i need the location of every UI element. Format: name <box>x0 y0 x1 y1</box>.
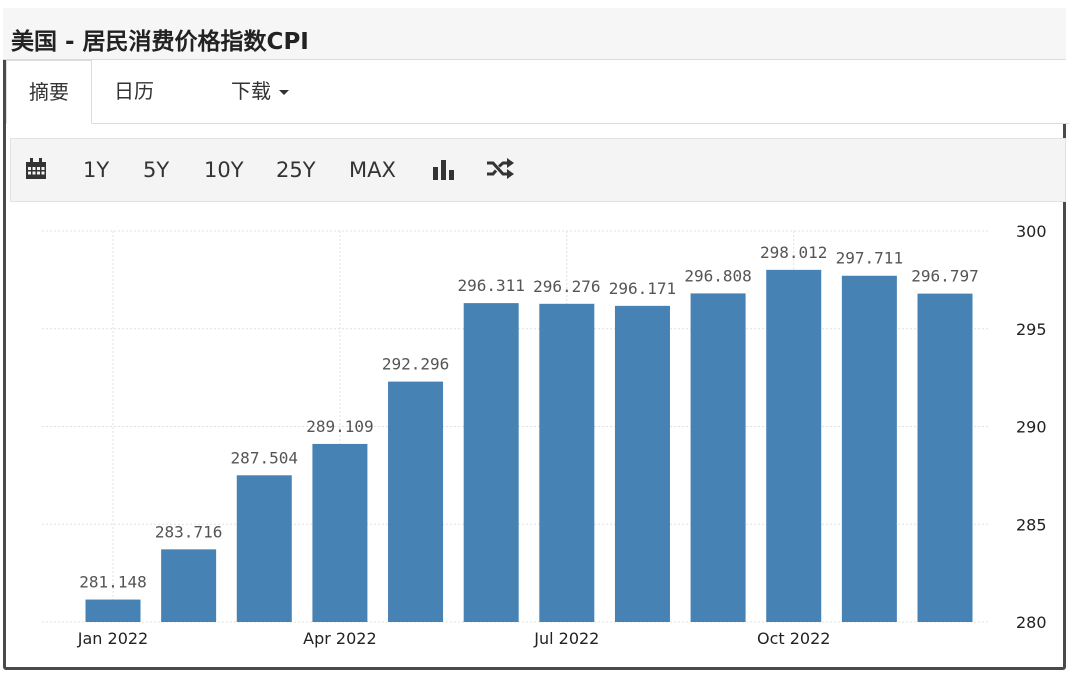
y-tick-label: 285 <box>1016 515 1047 534</box>
bar-value-label: 296.276 <box>533 277 600 296</box>
bar-value-label: 296.311 <box>457 276 524 295</box>
y-tick-label: 300 <box>1016 222 1047 241</box>
bar-jun-2022[interactable] <box>463 303 519 622</box>
bar-value-label: 281.148 <box>79 573 146 592</box>
bar-value-label: 296.808 <box>684 266 751 285</box>
x-tick-label: Jan 2022 <box>77 629 148 648</box>
bar-feb-2022[interactable] <box>161 549 217 622</box>
bar-oct-2022[interactable] <box>766 269 822 622</box>
bar-value-label: 296.171 <box>609 279 676 298</box>
bar-sep-2022[interactable] <box>690 293 746 622</box>
y-tick-label: 280 <box>1016 613 1047 632</box>
bar-jan-2022[interactable] <box>85 599 141 622</box>
y-tick-label: 290 <box>1016 418 1047 437</box>
bar-value-label: 289.109 <box>306 417 373 436</box>
y-tick-label: 295 <box>1016 320 1047 339</box>
bar-mar-2022[interactable] <box>236 475 292 622</box>
x-tick-label: Jul 2022 <box>533 629 599 648</box>
bar-may-2022[interactable] <box>388 381 444 622</box>
bar-value-label: 298.012 <box>760 243 827 262</box>
x-tick-label: Apr 2022 <box>303 629 376 648</box>
bar-value-label: 287.504 <box>231 448 298 467</box>
bar-value-label: 296.797 <box>911 267 978 286</box>
x-tick-label: Oct 2022 <box>757 629 830 648</box>
bar-apr-2022[interactable] <box>312 443 368 622</box>
cpi-bar-chart: 281.148 283.716 287.504 289.109 292.296 296.3… <box>42 222 1047 648</box>
bar-nov-2022[interactable] <box>841 275 897 622</box>
bar-value-label: 283.716 <box>155 522 222 541</box>
bar-value-label: 297.711 <box>836 249 903 268</box>
bar-dec-2022[interactable] <box>917 293 973 622</box>
bar-value-label: 292.296 <box>382 355 449 374</box>
bar-aug-2022[interactable] <box>614 305 670 622</box>
bar-jul-2022[interactable] <box>539 303 595 622</box>
